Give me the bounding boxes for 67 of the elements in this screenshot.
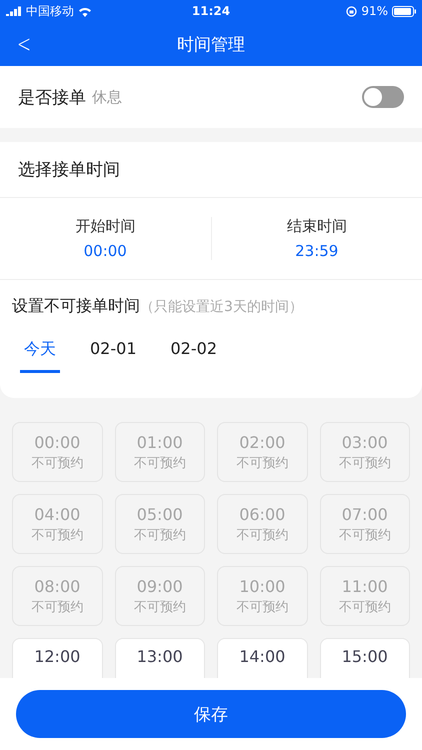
signal-icon <box>6 6 22 16</box>
time-slot[interactable]: 04:00 不可预约 <box>12 494 102 554</box>
slot-time: 02:00 <box>239 432 286 452</box>
time-slot[interactable]: 07:00 不可预约 <box>320 494 410 554</box>
slot-status: 不可预约 <box>338 526 391 544</box>
time-slot[interactable]: 13:00 <box>114 638 205 678</box>
slot-time: 06:00 <box>239 504 286 524</box>
time-slot[interactable]: 01:00 不可预约 <box>114 422 205 482</box>
slot-status: 不可预约 <box>134 598 186 616</box>
slot-time: 11:00 <box>342 576 388 596</box>
time-slot[interactable]: 00:00 不可预约 <box>12 422 102 482</box>
date-tab[interactable]: 02-02 <box>166 339 221 373</box>
time-slot[interactable]: 09:00 不可预约 <box>114 566 205 626</box>
page-title: 时间管理 <box>177 34 245 56</box>
slot-status: 不可预约 <box>236 454 288 472</box>
slot-status: 不可预约 <box>31 598 84 616</box>
section-title: 选择接单时间 <box>18 159 120 181</box>
wifi-icon <box>78 6 92 16</box>
slot-status: 不可预约 <box>338 598 391 616</box>
time-slot[interactable]: 12:00 <box>12 638 102 678</box>
save-button[interactable]: 保存 <box>16 690 406 738</box>
time-slot[interactable]: 15:00 <box>320 638 410 678</box>
time-slot[interactable]: 03:00 不可预约 <box>320 422 410 482</box>
date-tab[interactable]: 02-01 <box>86 339 140 373</box>
slot-time: 13:00 <box>136 647 183 666</box>
slot-time: 14:00 <box>239 647 286 666</box>
slot-status: 不可预约 <box>236 526 288 544</box>
start-time-label: 开始时间 <box>75 217 136 236</box>
accept-orders-switch[interactable] <box>362 86 404 108</box>
accept-orders-status: 休息 <box>92 88 123 106</box>
time-slot[interactable]: 05:00 不可预约 <box>114 494 205 554</box>
time-slot[interactable]: 08:00 不可预约 <box>12 566 102 626</box>
slot-status: 不可预约 <box>31 454 84 472</box>
slot-status: 不可预约 <box>338 454 391 472</box>
accept-orders-label: 是否接单 <box>18 86 86 108</box>
slot-time: 07:00 <box>342 504 388 524</box>
battery-percent: 91% <box>361 4 388 18</box>
slot-time: 08:00 <box>34 576 80 596</box>
time-slot[interactable]: 02:00 不可预约 <box>217 422 308 482</box>
start-time-value[interactable]: 00:00 <box>84 242 127 260</box>
time-slot[interactable]: 10:00 不可预约 <box>217 566 308 626</box>
slot-time: 00:00 <box>34 432 80 452</box>
hint-text: （只能设置近3天的时间） <box>140 298 303 316</box>
back-button[interactable]: < <box>17 30 32 58</box>
slot-time: 05:00 <box>136 504 183 524</box>
end-time-label: 结束时间 <box>286 217 347 236</box>
slot-status: 不可预约 <box>236 598 288 616</box>
slot-time: 01:00 <box>136 432 183 452</box>
slot-time: 03:00 <box>342 432 388 452</box>
slot-time: 15:00 <box>342 647 388 666</box>
slot-status: 不可预约 <box>134 526 186 544</box>
date-tab[interactable]: 今天 <box>20 339 60 373</box>
battery-icon <box>392 6 416 16</box>
slot-time: 10:00 <box>239 576 286 596</box>
slot-time: 09:00 <box>136 576 183 596</box>
end-time-value[interactable]: 23:59 <box>295 242 338 260</box>
section-title: 设置不可接单时间 <box>12 296 140 317</box>
carrier-name: 中国移动 <box>26 2 74 20</box>
rotation-lock-icon <box>346 6 358 16</box>
slot-status: 不可预约 <box>31 526 84 544</box>
slot-time: 04:00 <box>34 504 80 524</box>
time-slot[interactable]: 11:00 不可预约 <box>320 566 410 626</box>
time-slot[interactable]: 14:00 <box>217 638 308 678</box>
time-slot[interactable]: 06:00 不可预约 <box>217 494 308 554</box>
slot-status: 不可预约 <box>134 454 186 472</box>
slot-time: 12:00 <box>34 647 80 666</box>
clock-time: 11:24 <box>192 4 230 18</box>
